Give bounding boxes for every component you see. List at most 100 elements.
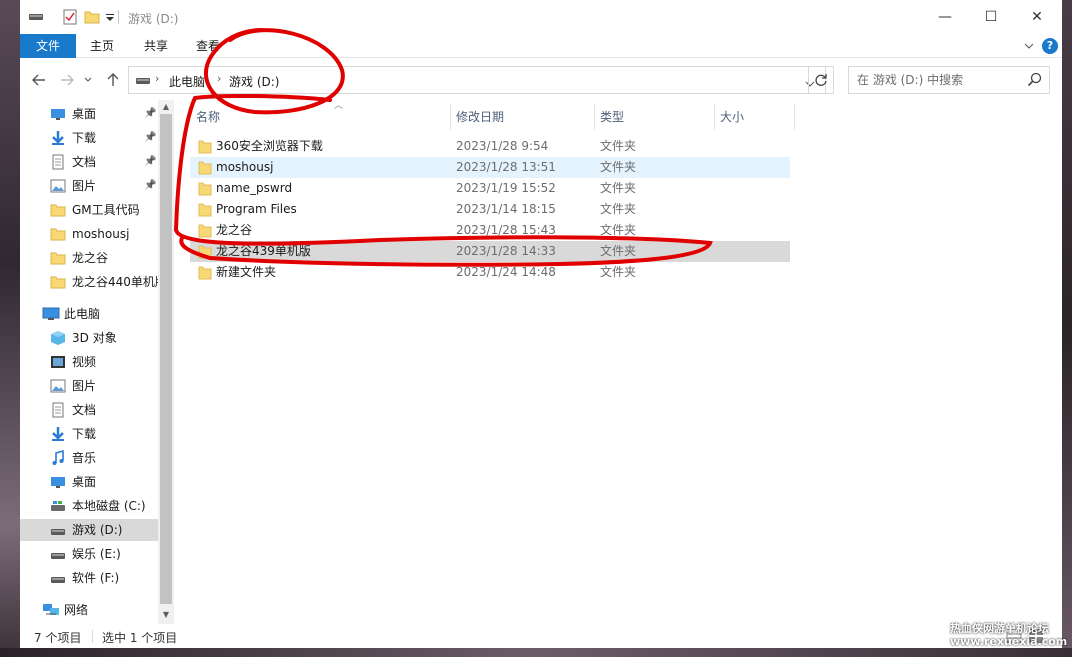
properties-icon[interactable] <box>60 8 80 26</box>
doc-icon <box>50 154 66 170</box>
navigation-pane: 桌面 📌 下载 📌 文档 📌 图片 📌 GM工具代码 moshousj 龙之谷 龙之谷440单机版 此电… <box>20 100 174 624</box>
quick-access-item-7[interactable]: 龙之谷440单机版 <box>20 271 174 293</box>
file-name: moshousj <box>216 160 274 174</box>
tab-file[interactable]: 文件 <box>20 34 76 58</box>
file-date-modified: 2023/1/28 13:51 <box>456 160 556 174</box>
help-icon[interactable]: ? <box>1042 38 1058 54</box>
column-divider[interactable] <box>450 104 451 130</box>
quick-access-item-0[interactable]: 桌面 📌 <box>20 103 174 125</box>
folder-icon <box>198 202 212 217</box>
nav-item-label: 本地磁盘 (C:) <box>72 499 146 513</box>
file-type: 文件夹 <box>600 139 637 153</box>
video-icon <box>50 354 66 370</box>
close-button[interactable]: ✕ <box>1014 0 1060 34</box>
file-row[interactable]: name_pswrd 2023/1/19 15:52 文件夹 <box>190 178 790 199</box>
pc-item-7[interactable]: 本地磁盘 (C:) <box>20 495 174 517</box>
status-bar: 7 个项目 选中 1 个项目 <box>20 624 1062 648</box>
music-icon <box>50 449 66 466</box>
new-folder-icon[interactable] <box>82 8 102 26</box>
search-input[interactable] <box>857 72 1022 88</box>
pc-item-8[interactable]: 游戏 (D:) <box>20 519 174 541</box>
pc-item-9[interactable]: 娱乐 (E:) <box>20 543 174 565</box>
recent-locations-icon[interactable] <box>82 70 94 90</box>
column-date-modified[interactable]: 修改日期 <box>456 104 504 130</box>
tab-view[interactable]: 查看 <box>186 34 230 58</box>
column-type[interactable]: 类型 <box>600 104 624 130</box>
desktop-background-bottom <box>0 648 1072 657</box>
file-row[interactable]: 360安全浏览器下载 2023/1/28 9:54 文件夹 <box>190 136 790 157</box>
forward-button[interactable] <box>56 70 78 90</box>
file-type: 文件夹 <box>600 202 637 216</box>
this-pc-item[interactable]: 此电脑 <box>20 303 174 325</box>
file-name: name_pswrd <box>216 181 293 195</box>
column-divider[interactable] <box>594 104 595 130</box>
breadcrumb-current-drive[interactable]: 游戏 (D:) <box>229 73 279 90</box>
minimize-button[interactable]: — <box>922 0 968 34</box>
pc-item-1[interactable]: 视频 <box>20 351 174 373</box>
column-divider[interactable] <box>714 104 715 130</box>
breadcrumb-separator: › <box>217 72 222 85</box>
pc-item-2[interactable]: 图片 <box>20 375 174 397</box>
pic-icon <box>50 178 66 194</box>
folder-icon <box>50 274 66 290</box>
quick-access-item-3[interactable]: 图片 📌 <box>20 175 174 197</box>
search-icon[interactable] <box>1027 72 1043 88</box>
folder-icon <box>198 181 212 196</box>
pin-icon: 📌 <box>144 108 157 119</box>
column-name[interactable]: 名称 <box>196 104 220 130</box>
quick-access-item-2[interactable]: 文档 📌 <box>20 151 174 173</box>
nav-item-label: 龙之谷 <box>72 251 109 265</box>
file-row[interactable]: 新建文件夹 2023/1/24 14:48 文件夹 <box>190 262 790 283</box>
maximize-button[interactable]: ☐ <box>968 0 1014 34</box>
file-type: 文件夹 <box>600 244 637 258</box>
navigation-scrollbar[interactable]: ▲ ▼ <box>158 100 174 624</box>
download-icon <box>50 426 66 442</box>
pin-icon: 📌 <box>144 180 157 191</box>
file-row[interactable]: moshousj 2023/1/28 13:51 文件夹 <box>190 157 790 178</box>
pc-item-4[interactable]: 下载 <box>20 423 174 445</box>
nav-item-label: 3D 对象 <box>72 331 117 345</box>
back-button[interactable] <box>28 70 50 90</box>
pc-item-6[interactable]: 桌面 <box>20 471 174 493</box>
tab-home[interactable]: 主页 <box>80 34 124 58</box>
file-list: 名称 ︿ 修改日期 类型 大小 360安全浏览器下载 2023/1/28 9:54… <box>174 100 1062 624</box>
file-date-modified: 2023/1/28 9:54 <box>456 139 549 153</box>
expand-ribbon-icon[interactable] <box>1022 38 1036 54</box>
file-row[interactable]: Program Files 2023/1/14 18:15 文件夹 <box>190 199 790 220</box>
item-count: 7 个项目 <box>34 631 82 645</box>
scrollbar-thumb[interactable] <box>160 114 172 604</box>
nav-item-label: 音乐 <box>72 451 97 465</box>
network-item[interactable]: 网络 <box>20 599 174 621</box>
file-date-modified: 2023/1/28 14:33 <box>456 244 556 258</box>
up-button[interactable] <box>102 70 124 90</box>
pc-item-5[interactable]: 音乐 <box>20 447 174 469</box>
pc-icon <box>42 306 60 322</box>
pc-item-10[interactable]: 软件 (F:) <box>20 567 174 589</box>
breadcrumb-this-pc[interactable]: 此电脑 <box>169 73 205 90</box>
address-bar[interactable]: › 此电脑 › 游戏 (D:) <box>128 66 826 94</box>
nav-item-label: 文档 <box>72 403 97 417</box>
column-size[interactable]: 大小 <box>720 104 744 130</box>
quick-access-item-6[interactable]: 龙之谷 <box>20 247 174 269</box>
quick-access-item-1[interactable]: 下载 📌 <box>20 127 174 149</box>
drive-icon <box>50 546 66 562</box>
file-date-modified: 2023/1/19 15:52 <box>456 181 556 195</box>
file-row[interactable]: 龙之谷439单机版 2023/1/28 14:33 文件夹 <box>190 241 790 262</box>
customize-toolbar-icon[interactable] <box>104 8 116 26</box>
nav-item-label: moshousj <box>72 227 130 241</box>
pc-item-0[interactable]: 3D 对象 <box>20 327 174 349</box>
quick-access-item-4[interactable]: GM工具代码 <box>20 199 174 221</box>
file-name: Program Files <box>216 202 297 216</box>
desktop-background-right <box>1062 0 1072 657</box>
file-row[interactable]: 龙之谷 2023/1/28 15:43 文件夹 <box>190 220 790 241</box>
refresh-button[interactable] <box>808 66 834 94</box>
search-box[interactable] <box>848 66 1050 94</box>
quick-access-item-5[interactable]: moshousj <box>20 223 174 245</box>
scroll-up-icon[interactable]: ▲ <box>158 100 174 114</box>
window-title: 游戏 (D:) <box>128 12 179 26</box>
column-divider[interactable] <box>794 104 795 130</box>
tab-share[interactable]: 共享 <box>134 34 178 58</box>
nav-item-label: 桌面 <box>72 107 97 121</box>
scroll-down-icon[interactable]: ▼ <box>158 608 174 622</box>
pc-item-3[interactable]: 文档 <box>20 399 174 421</box>
